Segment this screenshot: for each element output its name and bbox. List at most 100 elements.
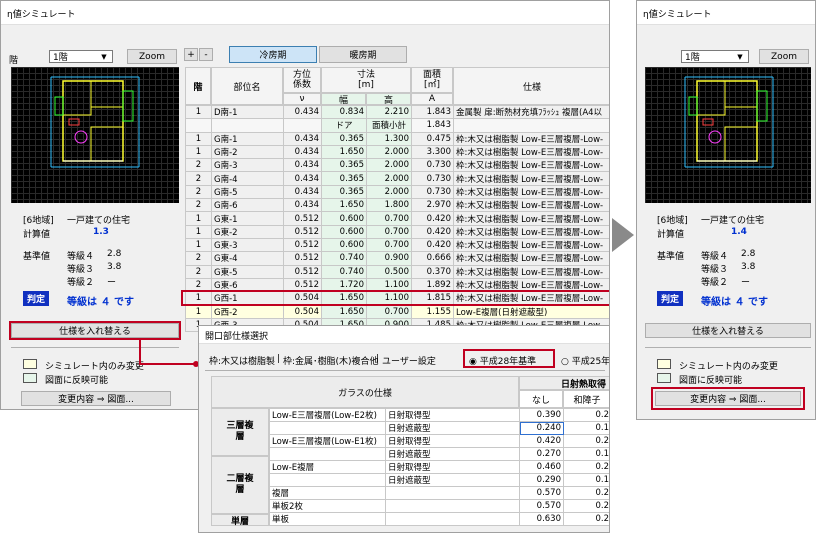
glass-cell-v2[interactable]: 0.2 [563, 486, 609, 500]
glass-cell-name: 単板2枚 [269, 499, 386, 513]
table-row[interactable]: ドア 面積小計 1.843 [185, 118, 609, 133]
cell-coef: 0.434 [283, 158, 322, 173]
cell-a: 0.420 [411, 237, 454, 253]
glass-cell-v2[interactable]: 0.2 [563, 499, 609, 513]
table-row[interactable]: 1 G南-1 0.434 0.365 1.300 0.475 枠:木又は樹脂製 Low-E三… [185, 131, 609, 146]
tab-user-settings[interactable]: ユーザー設定 [382, 354, 436, 367]
cell-coef: 0.512 [283, 211, 322, 226]
cell-name: G東-1 [211, 211, 284, 226]
table-row[interactable]: 1 G南-2 0.434 1.650 2.000 3.300 枠:木又は樹脂製 Low-E三… [185, 144, 609, 160]
tab-heating[interactable]: 暖房期 [319, 46, 407, 63]
cell-spec: 枠:木又は樹脂製 Low-E三層複層-Low- [453, 158, 609, 173]
glass-row[interactable]: 日射遮蔽型 0.270 0.1 [269, 447, 609, 461]
grade3-label: 等級３ [67, 265, 95, 275]
cell-name: G南-3 [211, 158, 284, 173]
plus-button[interactable]: + [184, 48, 198, 61]
cell-h: 1.300 [366, 131, 412, 146]
glass-row[interactable]: 単板 0.630 0.2 [269, 512, 609, 526]
table-row[interactable]: 2 G南-6 0.434 1.650 1.800 2.970 枠:木又は樹脂製 Low-E三… [185, 198, 609, 213]
result-legend-reflect-label: 図面に反映可能 [679, 376, 743, 386]
radio-selected-icon: ◉ [469, 357, 477, 367]
tab-cooling[interactable]: 冷房期 [229, 46, 317, 63]
table-row[interactable]: 1 G東-2 0.512 0.600 0.700 0.420 枠:木又は樹脂製 Low-E三… [185, 224, 609, 239]
glass-cell-v2[interactable]: 0.1 [563, 421, 609, 435]
legend-simulate-label: シミュレート内のみ変更 [45, 362, 144, 372]
cell-spec: Low-E複層(日射遮蔽型) [453, 304, 609, 319]
glass-cell-v2[interactable]: 0.2 [563, 408, 609, 422]
cell-h: 2.000 [366, 158, 412, 173]
result-floor-plan-view[interactable] [645, 67, 811, 203]
glass-cell-v1[interactable]: 0.460 [519, 460, 564, 474]
glass-cell-v1[interactable]: 0.630 [519, 512, 564, 526]
minus-button[interactable]: - [199, 48, 213, 61]
table-row[interactable]: 1 D南-1 0.434 0.834 2.210 1.843 金属製 扉:断熱材充填ﾌﾗｯｼ… [185, 104, 609, 120]
glass-cell-v2[interactable]: 0.2 [563, 460, 609, 474]
cell-a: 0.420 [411, 224, 454, 239]
glass-row[interactable]: Low-E複層 日射取得型 0.460 0.2 [269, 460, 609, 474]
cell-h: 面積小計 [366, 118, 412, 133]
table-row[interactable]: 1 G東-3 0.512 0.600 0.700 0.420 枠:木又は樹脂製 Low-E三… [185, 237, 609, 253]
col-width-header: 幅 [321, 93, 366, 106]
table-row[interactable]: 2 G南-5 0.434 0.365 2.000 0.730 枠:木又は樹脂製 Low-E三… [185, 184, 609, 200]
cell-name: G南-5 [211, 184, 284, 200]
result-judge-text: 等級は ４ です [701, 297, 768, 308]
cell-w: ドア [321, 118, 367, 133]
grade3-value: 3.8 [107, 262, 122, 272]
legend-swatch-reflect [23, 373, 37, 383]
grade4-label: 等級４ [67, 252, 95, 262]
result-replace-spec-button[interactable]: 仕様を入れ替える [645, 323, 811, 338]
table-row[interactable]: 2 G東-5 0.512 0.740 0.500 0.370 枠:木又は樹脂製 Low-E三… [185, 264, 609, 279]
glass-row[interactable]: 複層 0.570 0.2 [269, 486, 609, 500]
table-row[interactable]: 2 G南-3 0.434 0.365 2.000 0.730 枠:木又は樹脂製 Low-E三… [185, 158, 609, 173]
table-row[interactable]: 1 G東-1 0.512 0.600 0.700 0.420 枠:木又は樹脂製 Low-E三… [185, 211, 609, 226]
radio-h25[interactable]: ○ 平成25年基 [561, 354, 609, 367]
result-standard-label: 基準値 [657, 252, 685, 262]
cell-a: 0.666 [411, 251, 454, 266]
zoom-button[interactable]: Zoom [127, 49, 177, 64]
glass-cell-v2[interactable]: 0.1 [563, 447, 609, 461]
tab-metal-composite[interactable]: 枠:金属･樹脂(木)複合他 [283, 354, 379, 367]
glass-cell-v1[interactable]: 0.270 [519, 447, 564, 461]
result-judge-badge: 判定 [657, 291, 684, 306]
result-apply-button-highlight [651, 387, 805, 410]
col-spec-header: 仕様 [453, 67, 609, 105]
cell-a: 0.730 [411, 171, 454, 186]
cell-f [185, 118, 212, 133]
glass-cell-v2[interactable]: 0.1 [563, 473, 609, 487]
glass-cell-v1[interactable]: 0.570 [519, 486, 564, 500]
glass-cell-v1[interactable]: 0.290 [519, 473, 564, 487]
col-coef-unit: ν [283, 93, 321, 105]
table-row[interactable]: 1 G西-2 0.504 1.650 0.700 1.155 Low-E複層(日射遮蔽型) [185, 304, 609, 319]
result-floor-select[interactable]: 1階 ▼ [681, 50, 749, 63]
glass-row[interactable]: Low-E三層複層(Low-E1枚) 日射取得型 0.420 0.2 [269, 434, 609, 448]
glass-row[interactable]: 単板2枚 0.570 0.2 [269, 499, 609, 513]
floor-plan-view[interactable] [11, 67, 179, 203]
col-area-header: 面積 [㎡] [411, 67, 453, 93]
glass-row[interactable]: 日射遮蔽型 0.290 0.1 [269, 473, 609, 487]
cell-h: 0.900 [366, 251, 412, 266]
glass-row[interactable]: Low-E三層複層(Low-E2枚) 日射取得型 0.390 0.2 [269, 408, 609, 422]
glass-cell-v1[interactable]: 0.240 [519, 421, 564, 435]
table-row[interactable]: 2 G東-4 0.512 0.740 0.900 0.666 枠:木又は樹脂製 Low-E三… [185, 251, 609, 266]
glass-cell-v1[interactable]: 0.420 [519, 434, 564, 448]
radio-unselected-icon: ○ [561, 357, 569, 367]
glass-cell-v1[interactable]: 0.570 [519, 499, 564, 513]
cell-a: 0.730 [411, 184, 454, 200]
result-window: η値シミュレート 1階 ▼ Zoom [6地域] 一戸建ての住宅 計算値 1.4… [636, 0, 816, 420]
tab-wood-resin[interactable]: 枠:木又は樹脂製 [209, 354, 275, 367]
glass-cell-v2[interactable]: 0.2 [563, 434, 609, 448]
cell-spec: 枠:木又は樹脂製 Low-E三層複層-Low- [453, 211, 609, 226]
table-row[interactable]: 2 G南-4 0.434 0.365 2.000 0.730 枠:木又は樹脂製 Low-E三… [185, 171, 609, 186]
glass-cell-type [385, 486, 520, 500]
radio-h28[interactable]: ◉ 平成28年基準 [469, 354, 536, 367]
apply-to-drawing-button[interactable]: 変更内容 ⇒ 図面... [21, 391, 171, 406]
glass-row[interactable]: 日射遮蔽型 0.240 0.1 [269, 421, 609, 435]
result-zoom-button[interactable]: Zoom [759, 49, 809, 64]
cell-spec [453, 118, 609, 133]
glass-cell-name: Low-E三層複層(Low-E1枚) [269, 434, 386, 448]
glass-cell-v2[interactable]: 0.2 [563, 512, 609, 526]
result-legend-swatch-reflect [657, 373, 671, 383]
cell-coef [283, 118, 322, 133]
glass-cell-v1[interactable]: 0.390 [519, 408, 564, 422]
floor-select[interactable]: 1階 ▼ [49, 50, 113, 63]
